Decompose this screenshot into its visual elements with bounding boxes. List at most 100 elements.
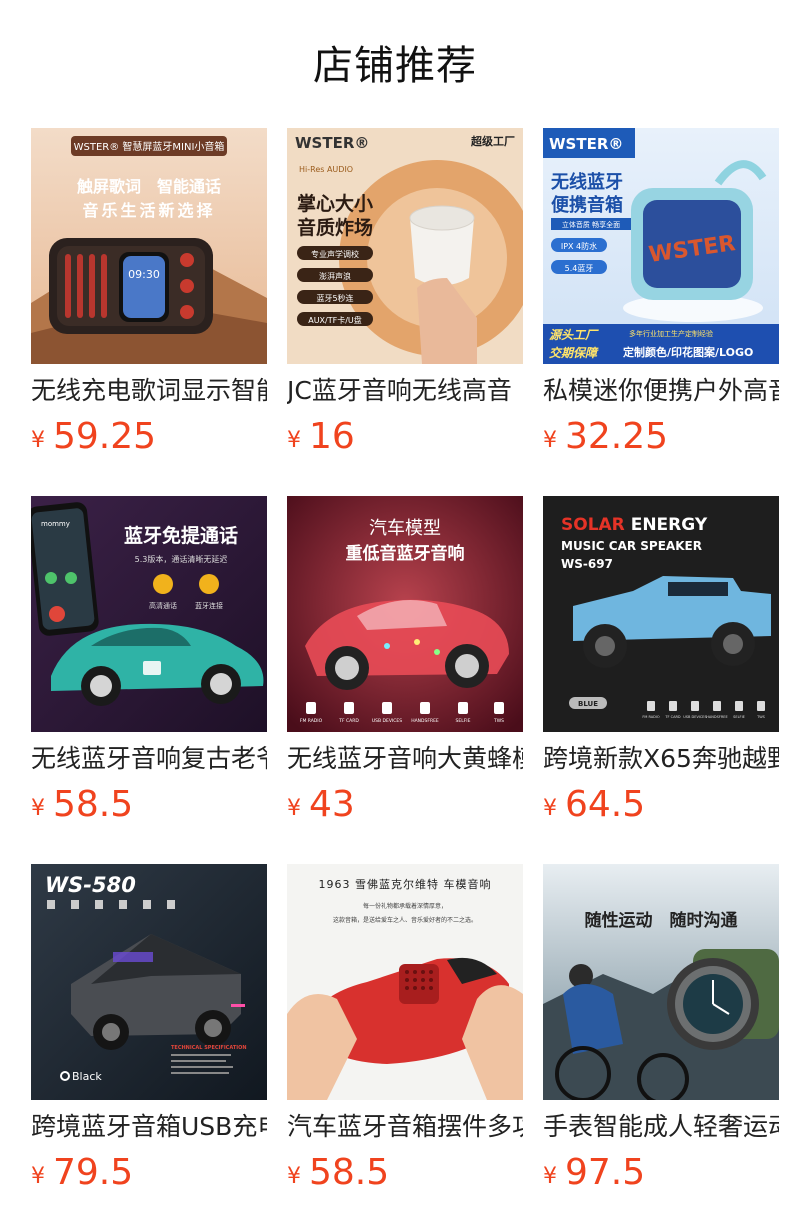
currency-symbol: ¥ xyxy=(31,796,45,821)
image-tag: AUX/TF卡/U盘 xyxy=(308,315,362,325)
currency-symbol: ¥ xyxy=(543,1164,557,1189)
image-tag: 蓝牙5秒连 xyxy=(316,293,353,303)
product-price: ¥79.5 xyxy=(31,1153,133,1193)
image-feature: USB DEVICES xyxy=(372,718,402,724)
image-feature: SELFIE xyxy=(456,718,471,724)
product-card[interactable]: 汽车模型 重低音蓝牙音响 FM RADIO TF CARD USB DEVICE… xyxy=(287,496,523,836)
image-headline-white: ENERGY xyxy=(625,515,708,535)
product-image[interactable]: WSTER® 智慧屏蓝牙MINI小音箱 触屏歌词 智能通话 音乐生活新选择 09… xyxy=(31,128,267,364)
image-headline: 随性运动 随时沟通 xyxy=(585,910,738,931)
price-value: 64.5 xyxy=(565,784,646,825)
product-image[interactable]: SOLAR ENERGY MUSIC CAR SPEAKER WS-697 BL… xyxy=(543,496,779,732)
image-feature: IPX 4防水 xyxy=(561,241,597,251)
currency-symbol: ¥ xyxy=(287,428,301,453)
image-feature: HANDSFREE xyxy=(411,718,439,724)
image-sub: 每一份礼物都承载着深情厚意， xyxy=(363,902,447,910)
product-image[interactable]: 汽车模型 重低音蓝牙音响 FM RADIO TF CARD USB DEVICE… xyxy=(287,496,523,732)
image-tag: 专业声学调校 xyxy=(311,249,359,259)
product-image[interactable]: mommy 蓝牙免提通话 5.3版本，通话清晰无延迟 高清通话 蓝牙连接 xyxy=(31,496,267,732)
image-sub: MUSIC CAR SPEAKER xyxy=(561,539,702,553)
image-model: WS-697 xyxy=(561,557,613,571)
currency-symbol: ¥ xyxy=(31,1164,45,1189)
product-name[interactable]: 私模迷你便携户外高音 xyxy=(543,374,779,408)
image-footer-right: 定制颜色/印花图案/LOGO xyxy=(623,345,753,359)
product-card[interactable]: WSTER® 无线蓝牙 便携音箱 立体音质 畅享全面 IPX 4防水 5.4蓝牙… xyxy=(543,128,779,468)
product-name[interactable]: JC蓝牙音响无线高音 xyxy=(287,374,523,408)
product-card[interactable]: 1963 雪佛蓝克尔维特 车模音响 每一份礼物都承载着深情厚意， 这款音箱，是送… xyxy=(287,864,523,1204)
product-image[interactable]: 1963 雪佛蓝克尔维特 车模音响 每一份礼物都承载着深情厚意， 这款音箱，是送… xyxy=(287,864,523,1100)
price-value: 59.25 xyxy=(53,416,157,457)
image-phone-name: mommy xyxy=(41,520,70,528)
image-brand: WSTER® xyxy=(295,134,369,152)
product-name[interactable]: 无线蓝牙音响复古老爷车 xyxy=(31,742,267,776)
product-price: ¥97.5 xyxy=(543,1153,645,1193)
image-headline: 音质炸场 xyxy=(297,216,373,239)
product-image[interactable]: WSTER® 无线蓝牙 便携音箱 立体音质 畅享全面 IPX 4防水 5.4蓝牙… xyxy=(543,128,779,364)
product-name[interactable]: 汽车蓝牙音箱摆件多功能 xyxy=(287,1110,523,1144)
product-image[interactable]: 随性运动 随时沟通 xyxy=(543,864,779,1100)
product-image[interactable]: WSTER® 超级工厂 Hi-Res AUDIO 掌心大小 音质炸场 专业声学调… xyxy=(287,128,523,364)
product-price: ¥32.25 xyxy=(543,417,668,457)
product-price: ¥58.5 xyxy=(287,1153,389,1193)
image-color-label: Black xyxy=(72,1070,102,1083)
price-value: 79.5 xyxy=(53,1152,134,1193)
product-name[interactable]: 无线蓝牙音响大黄蜂模型 xyxy=(287,742,523,776)
image-model: WS-580 xyxy=(45,873,136,897)
image-headline: 1963 雪佛蓝克尔维特 车模音响 xyxy=(319,877,492,891)
currency-symbol: ¥ xyxy=(543,796,557,821)
product-card[interactable]: WSTER® 智慧屏蓝牙MINI小音箱 触屏歌词 智能通话 音乐生活新选择 09… xyxy=(31,128,267,468)
product-price: ¥43 xyxy=(287,785,355,825)
currency-symbol: ¥ xyxy=(31,428,45,453)
image-brand: WSTER® 智慧屏蓝牙MINI小音箱 xyxy=(74,140,225,153)
currency-symbol: ¥ xyxy=(287,1164,301,1189)
image-feature: HANDSFREE xyxy=(706,715,727,719)
price-value: 58.5 xyxy=(53,784,134,825)
product-card[interactable]: mommy 蓝牙免提通话 5.3版本，通话清晰无延迟 高清通话 蓝牙连接 无线蓝… xyxy=(31,496,267,836)
currency-symbol: ¥ xyxy=(543,428,557,453)
image-feature: USB DEVICES xyxy=(683,715,707,719)
product-price: ¥59.25 xyxy=(31,417,156,457)
product-card[interactable]: SOLAR ENERGY MUSIC CAR SPEAKER WS-697 BL… xyxy=(543,496,779,836)
image-line: 音乐生活新选择 xyxy=(82,201,215,220)
image-icon-label: 高清通话 xyxy=(149,601,177,610)
image-feature: SELFIE xyxy=(733,715,745,719)
image-footer-right-small: 多年行业加工生产定制经验 xyxy=(629,329,713,338)
image-sub: 这款音箱，是送给爱车之人、音乐爱好者的不二之选。 xyxy=(333,916,477,924)
image-feature: TF CARD xyxy=(338,718,359,724)
product-price: ¥58.5 xyxy=(31,785,133,825)
product-name[interactable]: 手表智能成人轻奢运动 xyxy=(543,1110,779,1144)
image-headline: 无线蓝牙 xyxy=(551,171,623,193)
product-image[interactable]: WS-580 TECHNICAL SPECIFICATION Black xyxy=(31,864,267,1100)
image-color-tag: BLUE xyxy=(578,700,598,708)
image-headline: 蓝牙免提通话 xyxy=(124,524,238,547)
product-card[interactable]: 随性运动 随时沟通 手表智能成人轻奢运动 ¥97.5 xyxy=(543,864,779,1204)
product-name[interactable]: 无线充电歌词显示智能 xyxy=(31,374,267,408)
image-headline-red: SOLAR xyxy=(561,515,625,535)
image-headline: 重低音蓝牙音响 xyxy=(346,543,465,564)
image-line: 触屏歌词 智能通话 xyxy=(76,177,221,196)
image-feature: FM RADIO xyxy=(642,715,660,719)
currency-symbol: ¥ xyxy=(287,796,301,821)
product-name[interactable]: 跨境新款X65奔驰越野车 xyxy=(543,742,779,776)
section-title: 店铺推荐 xyxy=(313,43,477,89)
price-value: 43 xyxy=(309,784,355,825)
image-headline-top: 汽车模型 xyxy=(369,518,441,539)
image-feature: TWS xyxy=(493,718,504,724)
product-card[interactable]: WS-580 TECHNICAL SPECIFICATION Black 跨境蓝… xyxy=(31,864,267,1204)
image-sub: 立体音质 畅享全面 xyxy=(562,220,620,229)
image-feature: FM RADIO xyxy=(300,718,323,724)
product-name[interactable]: 跨境蓝牙音箱USB充电 xyxy=(31,1110,267,1144)
image-spec-title: TECHNICAL SPECIFICATION xyxy=(171,1045,247,1051)
image-sub: 5.3版本，通话清晰无延迟 xyxy=(135,554,228,564)
image-headline: 便携音箱 xyxy=(551,194,623,216)
product-price: ¥64.5 xyxy=(543,785,645,825)
image-tag: 澎湃声浪 xyxy=(319,271,351,281)
price-value: 16 xyxy=(309,416,355,457)
image-footer-left: 源头工厂 xyxy=(549,328,599,342)
image-headline: 掌心大小 xyxy=(297,192,373,215)
price-value: 58.5 xyxy=(309,1152,390,1193)
price-value: 97.5 xyxy=(565,1152,646,1193)
product-price: ¥16 xyxy=(287,417,355,457)
product-card[interactable]: WSTER® 超级工厂 Hi-Res AUDIO 掌心大小 音质炸场 专业声学调… xyxy=(287,128,523,468)
image-screen-time: 09:30 xyxy=(128,268,160,281)
